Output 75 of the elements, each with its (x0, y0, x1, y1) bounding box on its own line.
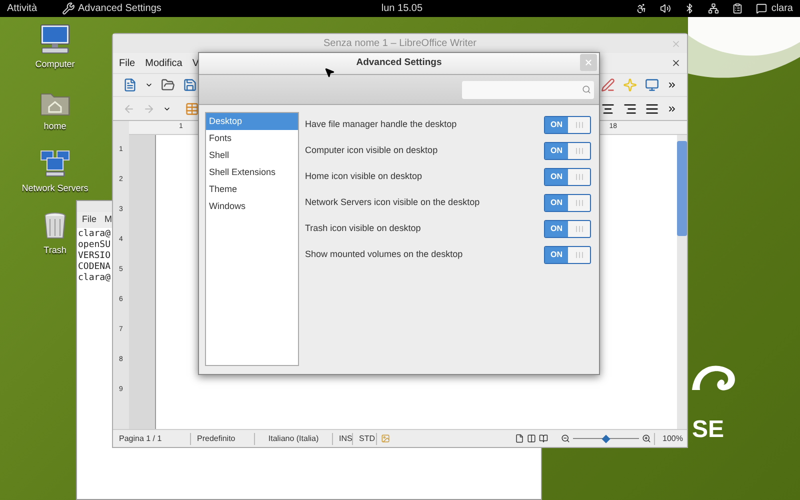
menu-item[interactable]: File (119, 56, 136, 70)
align-right-icon[interactable] (623, 102, 637, 116)
pointer-icon (324, 67, 335, 78)
menu-item[interactable]: M (104, 213, 112, 227)
align-center-icon[interactable] (601, 102, 615, 116)
accessibility-icon[interactable] (636, 3, 648, 14)
slider-thumb[interactable] (601, 434, 610, 443)
bluetooth-icon[interactable] (684, 3, 696, 14)
setting-label: Have file manager handle the desktop (305, 118, 457, 132)
single-page-icon[interactable] (514, 434, 524, 443)
menu-item[interactable]: File (82, 213, 97, 227)
status-field: INS (333, 432, 353, 444)
star-icon[interactable] (623, 78, 637, 92)
volume-icon[interactable] (660, 3, 672, 14)
user-menu[interactable]: clara (771, 1, 793, 16)
activities-button[interactable]: Attività (7, 1, 62, 16)
status-field: STD (353, 432, 377, 444)
app-menu[interactable]: Advanced Settings (78, 1, 162, 16)
setting-label: Computer icon visible on desktop (305, 144, 438, 158)
document-icon (381, 434, 390, 443)
menu-item[interactable]: Modifica (145, 56, 182, 70)
monitor-icon[interactable] (645, 78, 659, 92)
terminal-line: CODENA (78, 262, 111, 273)
save-icon[interactable] (183, 78, 197, 92)
terminal-line: clara@ (78, 273, 111, 284)
logo-text: SE (692, 418, 724, 442)
desktop-icon-label[interactable]: Trash (44, 244, 66, 258)
setting-label: Network Servers icon visible on the desktop (305, 196, 480, 210)
search-icon (582, 85, 591, 94)
desktop-icon-label[interactable]: Network Servers (22, 182, 88, 196)
caret-icon[interactable] (145, 81, 153, 89)
chat-icon[interactable] (756, 3, 768, 14)
desktop-icon-label[interactable]: home (44, 120, 66, 134)
align-justify-icon[interactable] (645, 102, 659, 116)
close-icon (584, 58, 593, 67)
window-title: Senza nome 1 – LibreOffice Writer (323, 37, 477, 51)
trash-icon[interactable] (43, 212, 67, 240)
network-icon[interactable] (708, 3, 720, 14)
terminal-line: clara@ (78, 229, 111, 240)
book-view-icon[interactable] (538, 434, 548, 443)
terminal-line: VERSIO (78, 251, 111, 262)
desktop-icon-label[interactable]: Computer (35, 58, 75, 72)
category-item[interactable]: Theme (206, 181, 298, 198)
two-pages-icon[interactable] (526, 434, 536, 443)
folder-icon[interactable] (161, 78, 175, 92)
scrollbar[interactable] (677, 135, 687, 429)
status-field: Italiano (Italia) (255, 432, 333, 444)
terminal-line: openSU (78, 240, 111, 251)
clock[interactable]: lun 15.05 (381, 1, 423, 16)
clipboard-icon[interactable] (732, 3, 744, 14)
status-field: Predefinito (191, 432, 255, 444)
scrollbar-thumb[interactable] (677, 141, 687, 236)
zoom-out-icon[interactable] (560, 434, 570, 443)
more-icon[interactable] (667, 80, 677, 90)
zoom-percent: 100% (654, 432, 687, 444)
category-item[interactable]: Shell Extensions (206, 164, 298, 181)
category-item[interactable]: Shell (206, 147, 298, 164)
computer-icon[interactable] (38, 24, 72, 54)
search-field[interactable] (462, 80, 594, 98)
setting-label: Trash icon visible on desktop (305, 222, 421, 236)
close-document-icon[interactable] (671, 58, 681, 68)
new-document-icon[interactable] (123, 78, 137, 92)
pen-icon[interactable] (601, 78, 615, 92)
setting-label: Show mounted volumes on the desktop (305, 248, 463, 262)
wrench-icon[interactable] (62, 2, 75, 15)
zoom-in-icon[interactable] (642, 434, 651, 443)
dialog-title: Advanced Settings (356, 56, 442, 70)
setting-label: Home icon visible on desktop (305, 170, 422, 184)
network-computers-icon[interactable] (40, 150, 70, 178)
category-item[interactable]: Fonts (206, 130, 298, 147)
table-icon[interactable] (185, 102, 199, 116)
category-item[interactable]: Windows (206, 198, 298, 215)
status-field: Pagina 1 / 1 (113, 432, 191, 444)
more-icon[interactable] (667, 104, 677, 114)
zoom-slider[interactable] (572, 434, 639, 443)
